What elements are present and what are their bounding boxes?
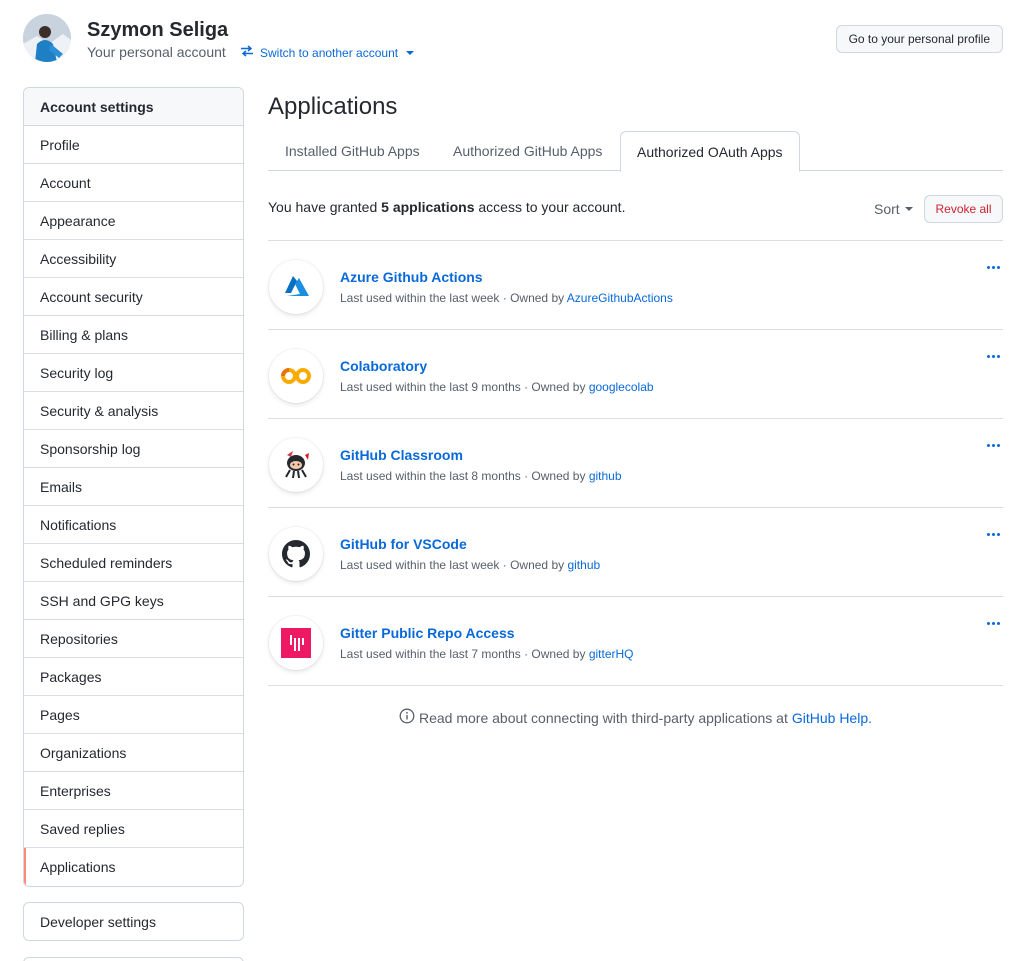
tab-authorized-github-apps[interactable]: Authorized GitHub Apps bbox=[437, 131, 618, 171]
settings-sidebar: Account settings Profile Account Appeara… bbox=[23, 87, 244, 887]
applications-tabs: Installed GitHub Apps Authorized GitHub … bbox=[268, 131, 1003, 172]
app-owner-link[interactable]: gitterHQ bbox=[589, 647, 634, 661]
sidebar-item-organizations[interactable]: Organizations bbox=[24, 734, 243, 772]
info-icon bbox=[399, 708, 415, 727]
kebab-horizontal-icon[interactable] bbox=[983, 437, 1003, 453]
personal-profile-button[interactable]: Go to your personal profile bbox=[835, 25, 1003, 53]
sidebar-item-profile[interactable]: Profile bbox=[24, 126, 243, 164]
chevron-down-icon bbox=[904, 207, 913, 211]
list-item: Gitter Public Repo Access Last used with… bbox=[268, 597, 1003, 686]
help-text: Read more about connecting with third-pa… bbox=[418, 709, 788, 726]
help-note: Read more about connecting with third-pa… bbox=[268, 708, 1003, 727]
app-last-used: Last used within the last week · Owned b… bbox=[340, 558, 565, 572]
app-last-used: Last used within the last 7 months · Own… bbox=[340, 647, 586, 661]
switch-account-label: Switch to another account bbox=[260, 45, 399, 60]
arrow-switch-icon bbox=[240, 45, 254, 60]
sidebar-item-ssh-gpg-keys[interactable]: SSH and GPG keys bbox=[24, 582, 243, 620]
developer-settings-link[interactable]: Developer settings bbox=[23, 902, 244, 941]
app-meta: Last used within the last week · Owned b… bbox=[340, 291, 673, 305]
granted-prefix: You have granted bbox=[268, 199, 378, 215]
azure-icon bbox=[269, 260, 323, 314]
account-header: Szymon Seliga Your personal account Swit… bbox=[23, 14, 1003, 64]
app-meta: Last used within the last 7 months · Own… bbox=[340, 647, 634, 661]
chevron-down-icon bbox=[406, 50, 415, 55]
app-name-link[interactable]: Azure Github Actions bbox=[340, 269, 483, 285]
revoke-all-button[interactable]: Revoke all bbox=[924, 195, 1003, 223]
sidebar-item-applications[interactable]: Applications bbox=[24, 848, 243, 886]
sidebar-item-scheduled-reminders[interactable]: Scheduled reminders bbox=[24, 544, 243, 582]
app-owner-link[interactable]: googlecolab bbox=[589, 380, 654, 394]
colab-icon bbox=[269, 349, 323, 403]
kebab-horizontal-icon[interactable] bbox=[983, 259, 1003, 275]
page-title: Applications bbox=[268, 93, 398, 120]
tab-authorized-oauth-apps[interactable]: Authorized OAuth Apps bbox=[620, 131, 800, 172]
sidebar-item-packages[interactable]: Packages bbox=[24, 658, 243, 696]
sidebar-item-sponsorship-log[interactable]: Sponsorship log bbox=[24, 430, 243, 468]
app-owner-link[interactable]: github bbox=[567, 558, 600, 572]
sidebar-item-account-security[interactable]: Account security bbox=[24, 278, 243, 316]
kebab-horizontal-icon[interactable] bbox=[983, 348, 1003, 364]
sidebar-next-box bbox=[23, 957, 244, 961]
app-name-link[interactable]: Colaboratory bbox=[340, 358, 427, 374]
granted-suffix: access to your account. bbox=[478, 199, 626, 215]
sidebar-item-pages[interactable]: Pages bbox=[24, 696, 243, 734]
app-owner-link[interactable]: AzureGithubActions bbox=[567, 291, 673, 305]
user-name: Szymon Seliga bbox=[87, 19, 229, 41]
sidebar-item-emails[interactable]: Emails bbox=[24, 468, 243, 506]
app-meta: Last used within the last week · Owned b… bbox=[340, 558, 600, 572]
oauth-apps-list: Azure Github Actions Last used within th… bbox=[268, 240, 1003, 686]
gitter-icon bbox=[269, 616, 323, 670]
app-meta: Last used within the last 9 months · Own… bbox=[340, 380, 654, 394]
sidebar-item-account[interactable]: Account bbox=[24, 164, 243, 202]
account-type-label: Your personal account bbox=[87, 44, 226, 60]
switch-account-link[interactable]: Switch to another account bbox=[240, 45, 415, 60]
app-name-link[interactable]: Gitter Public Repo Access bbox=[340, 625, 515, 641]
kebab-horizontal-icon[interactable] bbox=[983, 526, 1003, 542]
sidebar-item-security-analysis[interactable]: Security & analysis bbox=[24, 392, 243, 430]
sidebar-item-billing[interactable]: Billing & plans bbox=[24, 316, 243, 354]
sidebar-item-appearance[interactable]: Appearance bbox=[24, 202, 243, 240]
sidebar-heading: Account settings bbox=[24, 88, 243, 126]
app-owner-link[interactable]: github bbox=[589, 469, 622, 483]
sidebar-item-saved-replies[interactable]: Saved replies bbox=[24, 810, 243, 848]
app-name-link[interactable]: GitHub Classroom bbox=[340, 447, 463, 463]
sort-label: Sort bbox=[874, 201, 900, 217]
list-item: GitHub Classroom Last used within the la… bbox=[268, 419, 1003, 508]
app-last-used: Last used within the last week · Owned b… bbox=[340, 291, 565, 305]
sort-dropdown[interactable]: Sort bbox=[874, 201, 913, 217]
app-last-used: Last used within the last 9 months · Own… bbox=[340, 380, 586, 394]
sidebar-item-accessibility[interactable]: Accessibility bbox=[24, 240, 243, 278]
sidebar-item-enterprises[interactable]: Enterprises bbox=[24, 772, 243, 810]
sidebar-item-notifications[interactable]: Notifications bbox=[24, 506, 243, 544]
kebab-horizontal-icon[interactable] bbox=[983, 615, 1003, 631]
github-mark-icon bbox=[269, 527, 323, 581]
list-item: Azure Github Actions Last used within th… bbox=[268, 241, 1003, 330]
github-help-link[interactable]: GitHub Help. bbox=[792, 710, 872, 726]
avatar[interactable] bbox=[23, 14, 71, 62]
sidebar-item-repositories[interactable]: Repositories bbox=[24, 620, 243, 658]
app-name-link[interactable]: GitHub for VSCode bbox=[340, 536, 467, 552]
octocat-classroom-icon bbox=[269, 438, 323, 492]
tab-installed-github-apps[interactable]: Installed GitHub Apps bbox=[269, 131, 436, 171]
granted-summary: You have granted 5 applications access t… bbox=[268, 199, 625, 215]
list-item: Colaboratory Last used within the last 9… bbox=[268, 330, 1003, 419]
app-last-used: Last used within the last 8 months · Own… bbox=[340, 469, 586, 483]
sidebar-item-security-log[interactable]: Security log bbox=[24, 354, 243, 392]
granted-count: 5 applications bbox=[381, 199, 475, 215]
app-meta: Last used within the last 8 months · Own… bbox=[340, 469, 622, 483]
list-item: GitHub for VSCode Last used within the l… bbox=[268, 508, 1003, 597]
